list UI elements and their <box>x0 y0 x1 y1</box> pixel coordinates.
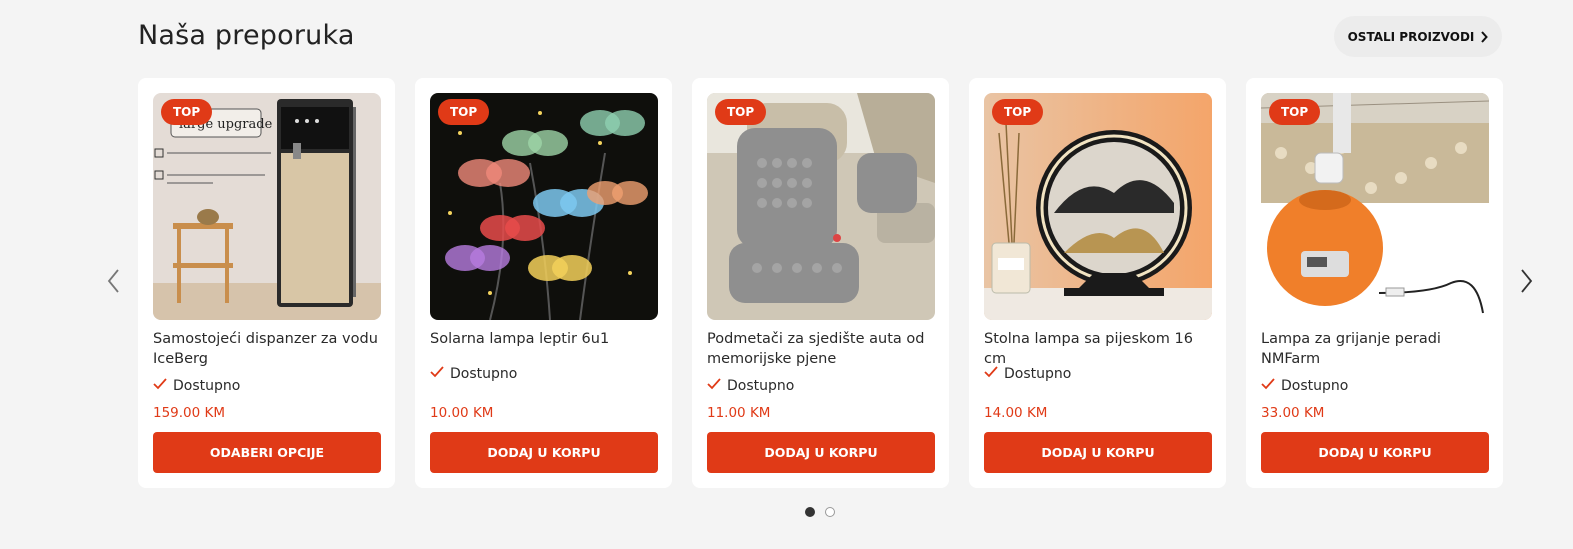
section-title: Naša preporuka <box>138 20 355 51</box>
stock-label: Dostupno <box>1004 366 1072 382</box>
stock-status: Dostupno <box>707 378 934 394</box>
product-card: TOP Stolna lampa sa pijeskom 16 cm Dostu… <box>969 78 1226 488</box>
other-products-button[interactable]: OSTALI PROIZVODI <box>1334 16 1502 57</box>
product-image-poultry-heater[interactable]: TOP <box>1261 93 1489 320</box>
product-card: TOP Lampa za grijanje peradi NMFarm Dost… <box>1246 78 1503 488</box>
product-price: 10.00 KM <box>430 405 494 421</box>
carousel-dot-1[interactable] <box>805 507 815 517</box>
stock-status: Dostupno <box>1261 378 1488 394</box>
stock-label: Dostupno <box>727 378 795 394</box>
product-title[interactable]: Samostojeći dispanzer za vodu IceBerg <box>153 329 380 369</box>
carousel-prev-button[interactable] <box>104 268 122 298</box>
product-price: 33.00 KM <box>1261 405 1325 421</box>
product-price: 11.00 KM <box>707 405 771 421</box>
product-title[interactable]: Solarna lampa leptir 6u1 <box>430 329 657 349</box>
product-card: TOP Solarna lampa leptir 6u1 Dostupno 10… <box>415 78 672 488</box>
top-badge: TOP <box>715 99 767 125</box>
product-price: 14.00 KM <box>984 405 1048 421</box>
product-carousel: large upgrade TOP Samostojeći dispanzer … <box>138 78 1503 488</box>
add-to-cart-button[interactable]: DODAJ U KORPU <box>430 432 658 473</box>
carousel-pagination <box>805 507 835 517</box>
product-price: 159.00 KM <box>153 405 226 421</box>
checkmark-icon <box>984 366 998 382</box>
product-image-seat-cushion[interactable]: TOP <box>707 93 935 320</box>
product-title[interactable]: Lampa za grijanje peradi NMFarm <box>1261 329 1488 369</box>
checkmark-icon <box>430 366 444 382</box>
chevron-right-icon <box>1480 30 1489 43</box>
product-image-butterfly-lamp[interactable]: TOP <box>430 93 658 320</box>
product-title[interactable]: Podmetači za sjedište auta od memorijske… <box>707 329 934 369</box>
carousel-next-button[interactable] <box>1518 268 1536 298</box>
stock-status: Dostupno <box>430 366 657 382</box>
add-to-cart-button[interactable]: DODAJ U KORPU <box>984 432 1212 473</box>
stock-label: Dostupno <box>450 366 518 382</box>
stock-status: Dostupno <box>153 378 380 394</box>
product-image-water-dispenser[interactable]: large upgrade TOP <box>153 93 381 320</box>
top-badge: TOP <box>1269 99 1321 125</box>
select-options-button[interactable]: ODABERI OPCIJE <box>153 432 381 473</box>
carousel-dot-2[interactable] <box>825 507 835 517</box>
stock-status: Dostupno <box>984 366 1211 382</box>
stock-label: Dostupno <box>173 378 241 394</box>
add-to-cart-button[interactable]: DODAJ U KORPU <box>707 432 935 473</box>
product-image-sand-lamp[interactable]: TOP <box>984 93 1212 320</box>
checkmark-icon <box>707 378 721 394</box>
top-badge: TOP <box>992 99 1044 125</box>
other-products-label: OSTALI PROIZVODI <box>1347 29 1475 44</box>
checkmark-icon <box>1261 378 1275 394</box>
top-badge: TOP <box>438 99 490 125</box>
product-card: TOP Podmetači za sjedište auta od memori… <box>692 78 949 488</box>
stock-label: Dostupno <box>1281 378 1349 394</box>
product-card: large upgrade TOP Samostojeći dispanzer … <box>138 78 395 488</box>
checkmark-icon <box>153 378 167 394</box>
add-to-cart-button[interactable]: DODAJ U KORPU <box>1261 432 1489 473</box>
chevron-left-icon <box>106 268 120 298</box>
top-badge: TOP <box>161 99 213 125</box>
product-title[interactable]: Stolna lampa sa pijeskom 16 cm <box>984 329 1211 367</box>
chevron-right-icon <box>1520 268 1534 298</box>
